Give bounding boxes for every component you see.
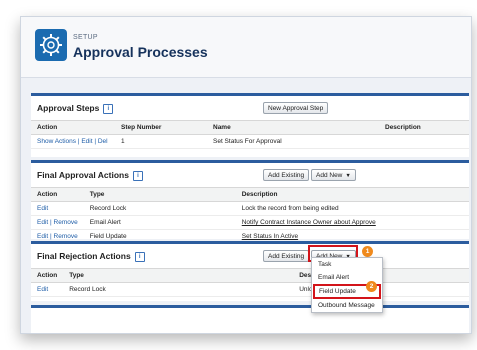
action-description: Lock the record from being edited	[235, 201, 469, 216]
step-badge: 1	[362, 246, 373, 257]
action-type: Record Lock	[83, 201, 236, 216]
approval-steps-section: Approval Steps i New Approval Step Action…	[31, 93, 469, 157]
final-approval-header: Final Approval Actions i Add Existing Add…	[31, 163, 469, 188]
final-rejection-header: Final Rejection Actionsi Add Existing Ad…	[31, 244, 469, 269]
step-badge: 2	[366, 281, 377, 292]
column-header: Description	[235, 188, 469, 202]
step-number: 1	[115, 134, 207, 149]
page-title: Approval Processes	[73, 44, 208, 60]
chevron-down-icon: ▼	[345, 173, 351, 179]
edit-link[interactable]: Edit	[37, 286, 48, 293]
remove-link[interactable]: Remove	[54, 219, 78, 226]
table-row: Edit Record Lock Lock the record from be…	[31, 201, 469, 216]
final-rejection-actions-section: Final Rejection Actionsi Add Existing Ad…	[31, 241, 469, 301]
table-row: Edit | Remove Email Alert Notify Contrac…	[31, 215, 469, 230]
action-description-link[interactable]: Set Status In Active	[242, 233, 298, 240]
add-new-label: Add New	[316, 172, 343, 179]
final-approval-title: Final Approval Actions	[37, 170, 129, 180]
step-name: Set Status For Approval	[207, 134, 379, 149]
step-description	[379, 134, 469, 149]
menu-item-outbound-message[interactable]: Outbound Message	[312, 299, 382, 312]
new-approval-step-button[interactable]: New Approval Step	[263, 102, 329, 114]
action-type: Email Alert	[83, 215, 236, 230]
add-existing-button[interactable]: Add Existing	[263, 250, 310, 262]
approval-steps-header: Approval Steps i New Approval Step	[31, 96, 469, 121]
edit-link[interactable]: Edit	[37, 205, 48, 212]
show-actions-link[interactable]: Show Actions	[37, 138, 76, 145]
approval-steps-title: Approval Steps	[37, 103, 100, 113]
edit-link[interactable]: Edit	[37, 233, 48, 240]
delete-link[interactable]: Del	[98, 138, 108, 145]
table-header-row: Action Type Descr	[31, 269, 469, 283]
menu-item-task[interactable]: Task	[312, 258, 382, 271]
column-header: Action	[31, 188, 84, 202]
help-icon[interactable]: i	[134, 251, 145, 262]
final-rejection-table: Action Type Descr Edit Record Lock Unlo	[31, 269, 469, 297]
column-header: Type	[63, 269, 294, 283]
final-approval-table: Action Type Description Edit Record Lock…	[31, 188, 469, 244]
edit-link[interactable]: Edit	[37, 219, 48, 226]
edit-link[interactable]: Edit	[81, 138, 92, 145]
setup-label: SETUP	[73, 34, 98, 41]
column-header: Name	[207, 121, 379, 135]
action-description-link[interactable]: Notify Contract Instance Owner about App…	[242, 219, 376, 226]
add-existing-button[interactable]: Add Existing	[263, 169, 310, 181]
table-header-row: Action Step Number Name Description	[31, 121, 469, 135]
add-new-button[interactable]: Add New▼	[311, 169, 356, 181]
column-header: Type	[83, 188, 236, 202]
next-section	[31, 305, 469, 333]
column-header: Action	[31, 269, 64, 283]
action-type: Record Lock	[63, 282, 294, 297]
column-header: Description	[379, 121, 469, 135]
column-header: Action	[31, 121, 115, 135]
gear-icon	[35, 29, 67, 61]
help-icon[interactable]: i	[103, 103, 114, 114]
final-approval-actions-section: Final Approval Actions i Add Existing Add…	[31, 160, 469, 244]
page-header: SETUP Approval Processes	[21, 17, 471, 78]
approval-steps-table: Action Step Number Name Description Show…	[31, 121, 469, 149]
remove-link[interactable]: Remove	[54, 233, 78, 240]
table-row: Show Actions | Edit | Del 1 Set Status F…	[31, 134, 469, 149]
column-header: Step Number	[115, 121, 207, 135]
table-header-row: Action Type Description	[31, 188, 469, 202]
table-row: Edit Record Lock Unlo	[31, 282, 469, 297]
final-rejection-title: Final Rejection Actions	[37, 251, 131, 261]
setup-window: SETUP Approval Processes Approval Steps i…	[20, 16, 472, 334]
help-icon[interactable]: i	[132, 170, 143, 181]
